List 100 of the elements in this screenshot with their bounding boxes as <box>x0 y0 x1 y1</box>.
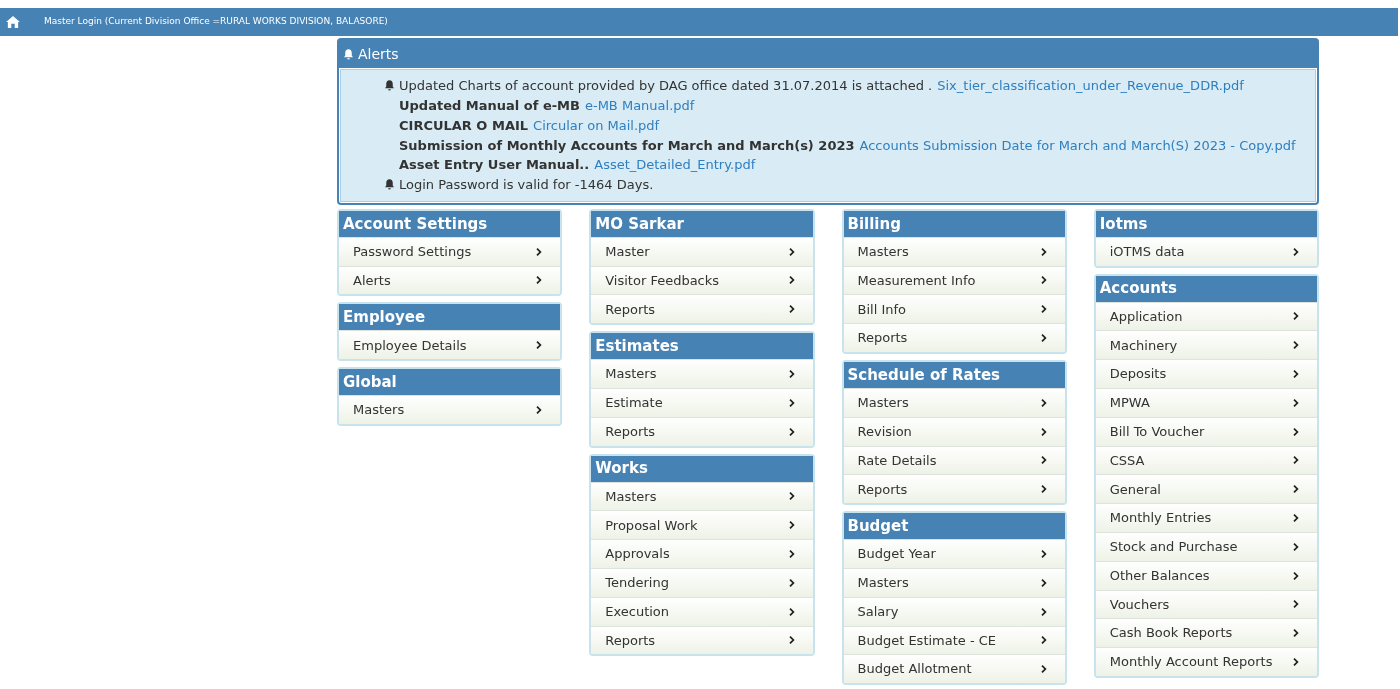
menu-item[interactable]: Vouchers <box>1095 589 1317 619</box>
menu-item[interactable]: Budget Year <box>843 539 1065 568</box>
chevron-right-icon <box>1293 541 1301 552</box>
menu-item[interactable]: Budget Estimate - CE <box>843 625 1065 655</box>
alert-text: Submission of Monthly Accounts for March and March(s) 2023 <box>399 136 855 155</box>
menu-item[interactable]: Masters <box>843 236 1065 266</box>
bell-icon <box>383 178 396 192</box>
bell-icon <box>383 79 396 93</box>
alerts-title: Alerts <box>358 44 399 64</box>
panel-header: Schedule of Rates <box>843 361 1065 388</box>
menu-item[interactable]: Visitor Feedbacks <box>591 265 813 295</box>
menu-item[interactable]: Employee Details <box>339 330 561 360</box>
chevron-right-icon <box>1040 635 1049 646</box>
chevron-right-icon <box>788 606 797 617</box>
menu-item[interactable]: Other Balances <box>1095 560 1317 590</box>
alert-text: Updated Charts of account provided by DAG office dated 31.07.2014 is attached . <box>399 77 933 96</box>
panel-header: Budget <box>843 513 1065 540</box>
menu-item[interactable]: Masters <box>591 359 813 388</box>
menu-item[interactable]: Reports <box>843 323 1065 352</box>
menu-item[interactable]: Budget Allotment <box>843 654 1065 684</box>
home-icon[interactable] <box>6 16 20 28</box>
menu-item[interactable]: Bill Info <box>843 294 1065 324</box>
document-link[interactable]: Circular on Mail.pdf <box>533 115 660 136</box>
chevron-right-icon <box>788 577 797 588</box>
menu-item[interactable]: Bill To Voucher <box>1095 416 1317 446</box>
chevron-right-icon <box>1293 455 1301 466</box>
menu-item[interactable]: Machinery <box>1095 330 1317 360</box>
menu-item[interactable]: Masters <box>843 567 1065 597</box>
menu-item[interactable]: Application <box>1095 301 1317 331</box>
menu-item[interactable]: Rate Details <box>843 445 1065 475</box>
chevron-right-icon <box>788 426 797 437</box>
chevron-right-icon <box>1293 570 1301 581</box>
panel-header: Accounts <box>1095 275 1317 302</box>
document-link[interactable]: Accounts Submission Date for March and March(S) 2023 - Copy.pdf <box>859 135 1296 156</box>
chevron-right-icon <box>1040 577 1049 588</box>
menu-item[interactable]: iOTMS data <box>1095 236 1317 266</box>
menu-item[interactable]: Deposits <box>1095 359 1317 388</box>
menu-item[interactable]: Revision <box>843 416 1065 446</box>
menu-item[interactable]: Cash Book Reports <box>1095 618 1317 648</box>
panel-header: MO Sarkar <box>591 210 813 237</box>
document-link[interactable]: e-MB Manual.pdf <box>584 95 695 116</box>
chevron-right-icon <box>788 491 797 502</box>
chevron-right-icon <box>788 369 797 380</box>
chevron-right-icon <box>788 397 797 408</box>
chevron-right-icon <box>788 635 797 646</box>
menu-item[interactable]: General <box>1095 474 1317 504</box>
chevron-right-icon <box>1293 369 1301 380</box>
panel-header: Global <box>339 369 561 396</box>
chevron-right-icon <box>1293 311 1301 322</box>
menu-item[interactable]: Salary <box>843 596 1065 626</box>
menu-item[interactable]: Monthly Account Reports <box>1095 647 1317 676</box>
menu-item[interactable]: Reports <box>591 625 813 655</box>
menu-item[interactable]: Execution <box>591 596 813 626</box>
chevron-right-icon <box>788 304 797 315</box>
chevron-right-icon <box>1293 246 1301 257</box>
menu-item[interactable]: Approvals <box>591 539 813 568</box>
chevron-right-icon <box>1293 513 1301 524</box>
alert-text: CIRCULAR O MAIL <box>399 116 529 135</box>
chevron-right-icon <box>1040 304 1049 315</box>
chevron-right-icon <box>1040 333 1049 344</box>
chevron-right-icon <box>1040 426 1049 437</box>
menu-item[interactable]: Master <box>591 236 813 266</box>
chevron-right-icon <box>1293 657 1301 668</box>
alert-text: Updated Manual of e-MB <box>399 96 580 115</box>
menu-item[interactable]: Stock and Purchase <box>1095 531 1317 561</box>
panel-header: Estimates <box>591 333 813 360</box>
chevron-right-icon <box>1293 484 1301 495</box>
menu-item[interactable]: Proposal Work <box>591 510 813 540</box>
menu-item[interactable]: Masters <box>591 481 813 511</box>
chevron-right-icon <box>1293 397 1301 408</box>
menu-item[interactable]: Password Settings <box>339 236 561 266</box>
chevron-right-icon <box>1040 549 1049 560</box>
menu-item[interactable]: MPWA <box>1095 387 1317 417</box>
chevron-right-icon <box>1293 340 1301 351</box>
menu-item[interactable]: CSSA <box>1095 445 1317 475</box>
chevron-right-icon <box>1040 275 1049 286</box>
chevron-right-icon <box>1040 664 1049 675</box>
document-link[interactable]: Asset_Detailed_Entry.pdf <box>594 155 756 175</box>
bell-icon <box>342 47 355 61</box>
chevron-right-icon <box>1040 606 1049 617</box>
menu-item[interactable]: Tendering <box>591 567 813 597</box>
menu-item[interactable]: Alerts <box>339 265 561 295</box>
chevron-right-icon <box>788 549 797 560</box>
alert-text: Asset Entry User Manual.. <box>399 156 590 175</box>
menu-item[interactable]: Masters <box>339 395 561 424</box>
menu-item[interactable]: Reports <box>591 294 813 324</box>
menu-item[interactable]: Measurement Info <box>843 265 1065 295</box>
chevron-right-icon <box>1040 397 1049 408</box>
menu-item[interactable]: Monthly Entries <box>1095 503 1317 532</box>
document-link[interactable]: Six_tier_classification_under_Revenue_DDR.pdf <box>937 76 1244 96</box>
login-info: Master Login (Current Division Office =RURAL WORKS DIVISION, BALASORE) <box>44 15 388 29</box>
menu-item[interactable]: Masters <box>843 387 1065 417</box>
chevron-right-icon <box>788 246 797 257</box>
menu-item[interactable]: Reports <box>591 416 813 446</box>
chevron-right-icon <box>788 275 797 286</box>
chevron-right-icon <box>1293 628 1301 639</box>
menu-item[interactable]: Reports <box>843 474 1065 504</box>
menu-item[interactable]: Estimate <box>591 387 813 417</box>
chevron-right-icon <box>1040 484 1049 495</box>
panel-header: Account Settings <box>339 210 561 237</box>
